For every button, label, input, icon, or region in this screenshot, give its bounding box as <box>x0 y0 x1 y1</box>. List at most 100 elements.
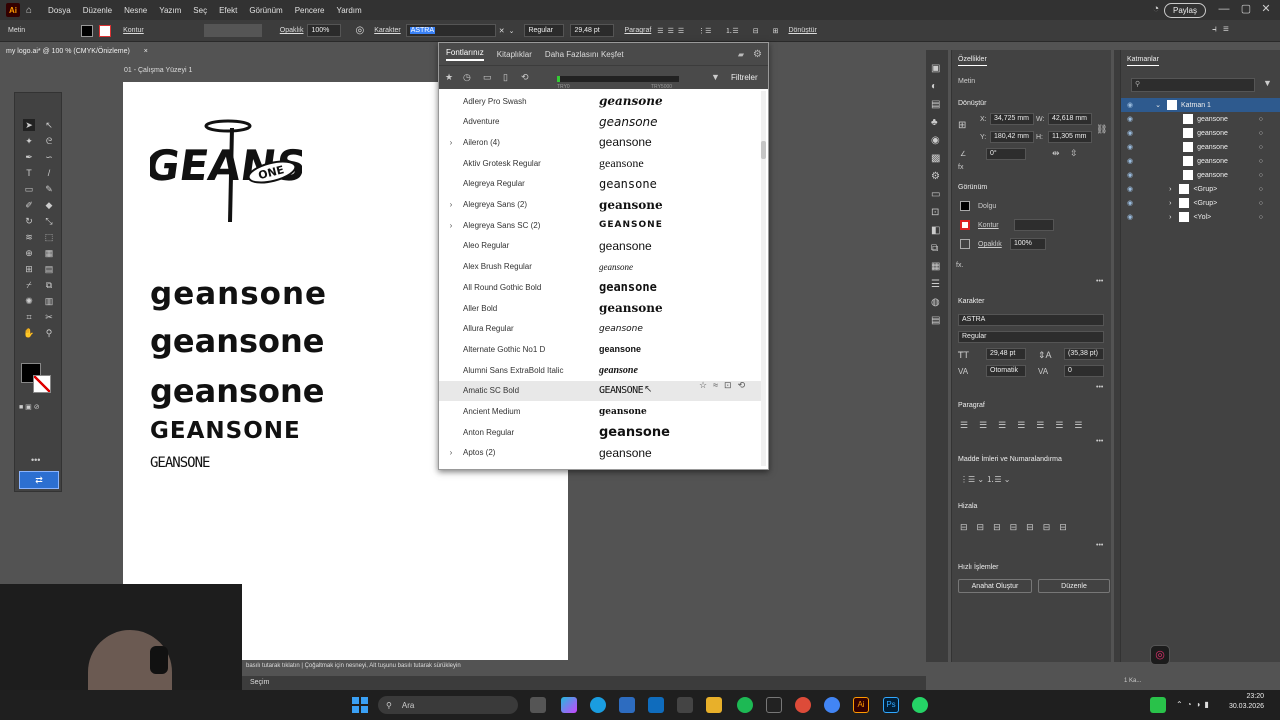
filter-icon[interactable]: ▼ <box>711 72 720 82</box>
layer-item[interactable]: ◉ › <Yol> ○ <box>1121 210 1280 224</box>
home-icon[interactable]: ⌂ <box>26 5 32 16</box>
menu-edit[interactable]: Düzenle <box>83 6 112 15</box>
h-field[interactable]: 11,305 mm <box>1048 131 1092 143</box>
target-icon[interactable]: ○ <box>1259 214 1263 221</box>
visibility-icon[interactable]: ◉ <box>1127 115 1133 123</box>
font-row[interactable]: Alex Brush Regular geansone <box>439 257 761 277</box>
expand-icon[interactable]: › <box>1169 214 1171 221</box>
edge-icon[interactable] <box>590 697 606 713</box>
layer-item[interactable]: ◉ geansone ○ <box>1121 112 1280 126</box>
clock[interactable]: 23:20 30.03.2026 <box>1229 692 1264 712</box>
shape-builder-icon[interactable]: ⊕ <box>23 247 35 259</box>
favorite-star-icon[interactable]: ☆ <box>699 380 713 390</box>
layers-filter-icon[interactable]: ▼ <box>1263 78 1272 88</box>
photoshop-taskbar-icon[interactable]: Ps <box>883 697 899 713</box>
paragraph-align-buttons[interactable]: ☰☰☰☰☰☰☰ <box>960 420 1093 431</box>
whatsapp-icon[interactable] <box>912 697 928 713</box>
layer-item[interactable]: ◉ › <Grup> ○ <box>1121 196 1280 210</box>
stroke-swatch-panel[interactable] <box>960 220 970 230</box>
panel-menu-icon[interactable]: ≡ <box>1223 24 1235 35</box>
stroke-label[interactable]: Kontur <box>123 27 144 34</box>
curvature-icon[interactable]: ∽ <box>43 151 55 163</box>
spotify-icon[interactable] <box>737 697 753 713</box>
bell-icon[interactable]: ◔ <box>1150 3 1162 15</box>
artboard-text-2[interactable]: geansone <box>150 322 325 360</box>
layer-item[interactable]: ◉ geansone ○ <box>1121 140 1280 154</box>
tab-libraries[interactable]: Kitaplıklar <box>497 50 532 59</box>
similar-filter-icon[interactable]: ⟲ <box>521 72 529 83</box>
align-object-buttons[interactable]: ⊟⊟⊟⊟⊟⊟⊟ <box>960 522 1076 533</box>
clear-icon[interactable]: ✕ <box>499 27 505 35</box>
font-row[interactable]: Alumni Sans ExtraBold Italic geansone <box>439 360 761 380</box>
layer-row-main[interactable]: ◉ ⌄ Katman 1 <box>1121 98 1280 112</box>
logo-graphic[interactable]: GEANS ONE <box>142 118 310 224</box>
font-family-select[interactable]: ASTRA <box>958 314 1104 326</box>
width-icon[interactable]: ≋ <box>23 231 35 243</box>
share-button[interactable]: Paylaş <box>1163 3 1206 18</box>
gradient-icon[interactable]: ▤ <box>43 263 55 275</box>
font-dropdown-icon[interactable]: ⌄ <box>509 27 515 35</box>
tray-icons[interactable]: ⌃◔◑▮ <box>1176 700 1213 709</box>
font-row[interactable]: All Round Gothic Bold geansone <box>439 277 761 297</box>
task-view-icon[interactable] <box>530 697 546 713</box>
expand-chevron-icon[interactable]: › <box>439 200 463 209</box>
align-center-icon[interactable]: ☰ <box>668 27 674 35</box>
outlook-icon[interactable] <box>648 697 664 713</box>
stroke-style-field[interactable] <box>203 24 262 37</box>
draw-mode-icon[interactable]: ■ ▣ ⊘ <box>19 403 59 413</box>
expand-icon[interactable]: ⌄ <box>1155 101 1161 109</box>
font-style-field[interactable]: Regular <box>524 24 565 37</box>
visibility-icon[interactable]: ◉ <box>1127 101 1133 109</box>
font-row[interactable]: Adventure geansone <box>439 112 761 132</box>
hand-tool-icon[interactable]: ✋ <box>23 327 35 339</box>
opacity-field[interactable]: 100% <box>307 24 342 37</box>
leading-field[interactable]: (35,38 pt) <box>1064 348 1104 360</box>
align-more-icon[interactable]: ••• <box>1096 542 1103 549</box>
target-icon[interactable]: ○ <box>1259 172 1263 179</box>
visibility-icon[interactable]: ◉ <box>1127 129 1133 137</box>
direct-selection-tool-icon[interactable]: ↖ <box>43 119 55 131</box>
app-icon[interactable] <box>677 697 693 713</box>
blend-icon[interactable]: ⧉ <box>43 279 55 291</box>
x-field[interactable]: 34,725 mm <box>990 113 1034 125</box>
opacity-label[interactable]: Opaklık <box>280 27 304 34</box>
visibility-icon[interactable]: ◉ <box>1127 171 1133 179</box>
sync-icon[interactable]: ⟲ <box>738 380 752 390</box>
numbering-icon[interactable]: ⒈☰ <box>725 26 738 36</box>
visibility-icon[interactable]: ◉ <box>1127 185 1133 193</box>
tracking-field[interactable]: 0 <box>1064 365 1104 377</box>
lasso-icon[interactable]: ᘓ <box>43 135 55 147</box>
eyedropper-icon[interactable]: ⌿ <box>23 279 35 291</box>
target-icon[interactable]: ○ <box>1259 200 1263 207</box>
minimize-icon[interactable]: — <box>1218 3 1230 15</box>
document-filter-icon[interactable]: ▯ <box>503 72 508 83</box>
create-outlines-button[interactable]: Anahat Oluştur <box>958 579 1032 593</box>
recolor-icon[interactable]: ◎ <box>355 25 364 36</box>
windows-start-icon[interactable] <box>352 697 368 713</box>
align-right-icon[interactable]: ☰ <box>678 27 684 35</box>
align-objects-icon[interactable]: ⊟ <box>753 27 759 35</box>
flip-horizontal-icon[interactable]: ⇹ <box>1052 148 1060 159</box>
expand-icon[interactable]: › <box>1169 186 1171 193</box>
flip-vertical-icon[interactable]: ⇳ <box>1070 148 1078 159</box>
layers-search-input[interactable]: ⚲ <box>1131 78 1255 92</box>
menu-object[interactable]: Nesne <box>124 6 147 15</box>
similar-icon[interactable]: ≈ <box>713 380 724 390</box>
y-field[interactable]: 180,42 mm <box>990 131 1034 143</box>
appearance-more-icon[interactable]: ••• <box>1096 278 1103 285</box>
preview-size-slider[interactable] <box>557 76 679 82</box>
bullets-icon[interactable]: ⋮☰ <box>698 27 711 35</box>
font-row[interactable]: Ancient Medium geansone <box>439 402 761 422</box>
edit-toolbar-button[interactable]: ⇄ <box>19 471 59 489</box>
font-list-scrollbar[interactable] <box>761 91 766 466</box>
angle-field[interactable]: 0° <box>986 148 1026 160</box>
more-options-icon[interactable]: fx <box>958 164 963 171</box>
properties-title[interactable]: Özellikler <box>958 56 987 66</box>
store-icon[interactable] <box>619 697 635 713</box>
more-tools-icon[interactable]: ••• <box>31 455 40 465</box>
chrome-icon[interactable] <box>795 697 811 713</box>
font-row[interactable]: Aller Bold geansone <box>439 298 761 318</box>
layer-item[interactable]: ◉ geansone ○ <box>1121 154 1280 168</box>
free-transform-icon[interactable]: ⬚ <box>43 231 55 243</box>
stroke-swatch[interactable] <box>99 24 112 37</box>
